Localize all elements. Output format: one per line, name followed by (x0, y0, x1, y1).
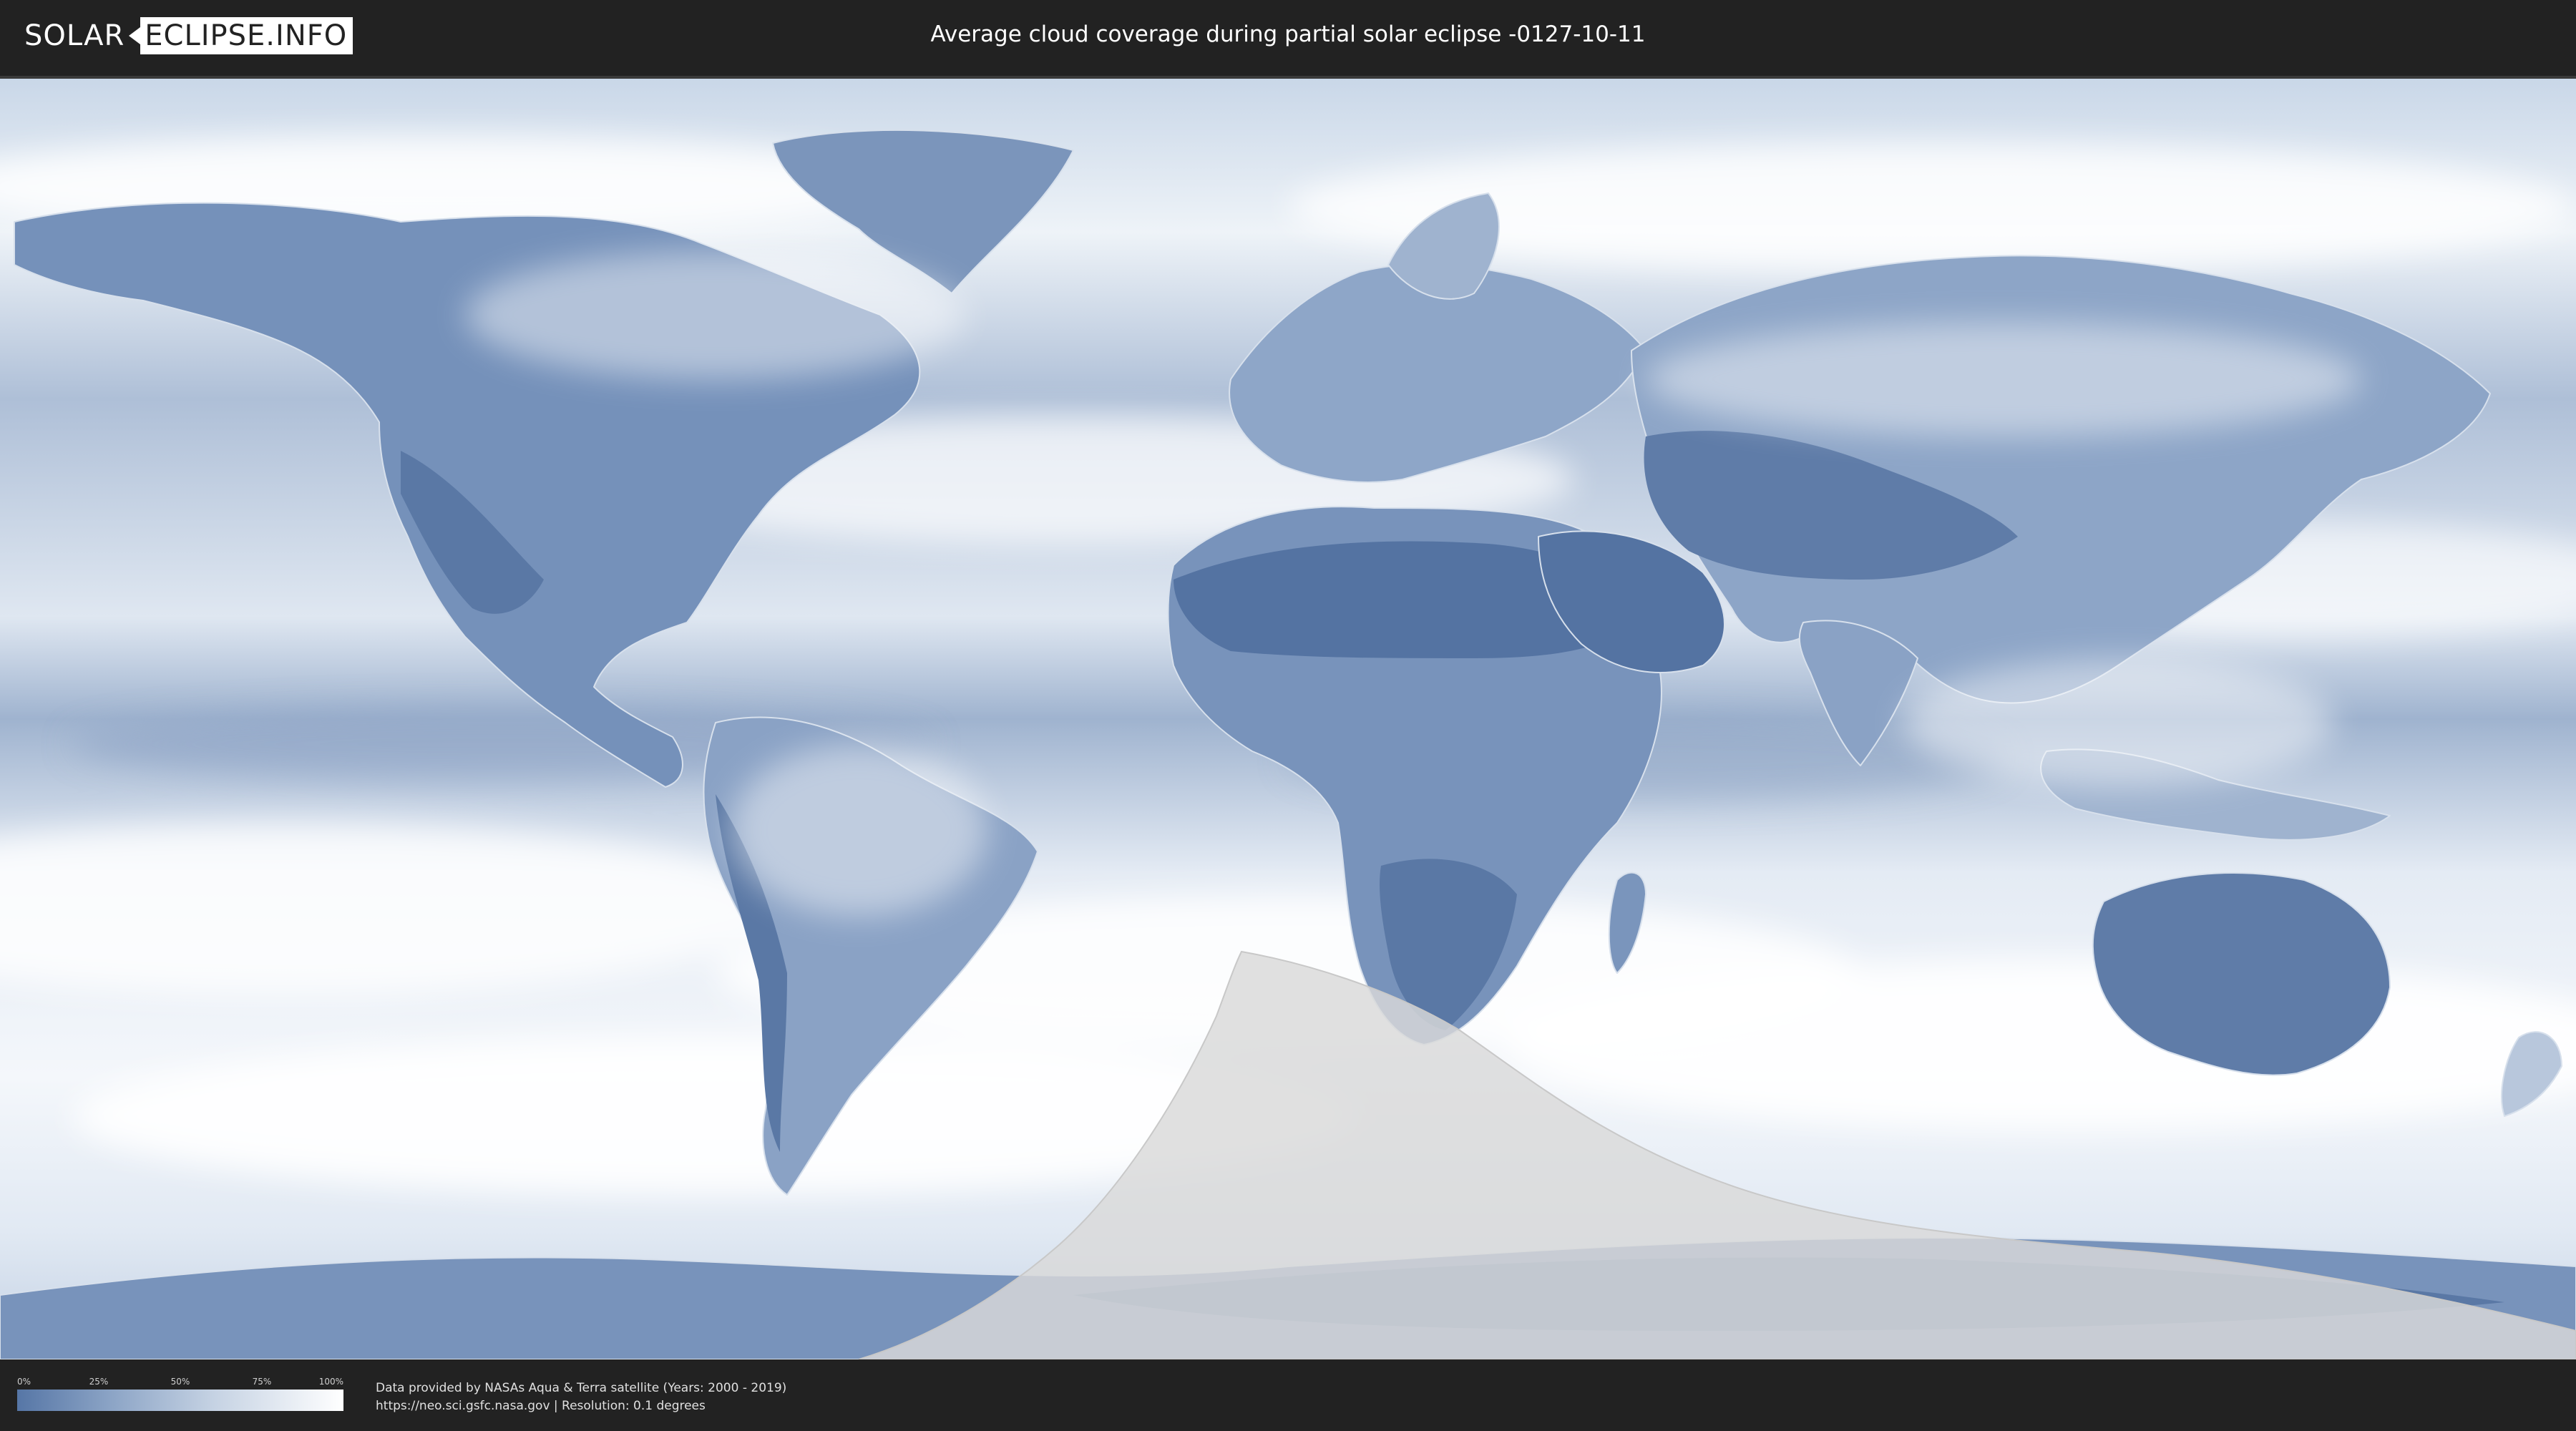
page-title: Average cloud coverage during partial so… (930, 21, 1646, 47)
legend-ticks: 0% 25% 50% 75% 100% (17, 1377, 343, 1390)
legend-tick-100: 100% (318, 1377, 343, 1387)
legend-tick-0: 0% (17, 1377, 31, 1387)
legend-tick-50: 50% (170, 1377, 190, 1387)
page: SOLAR ECLIPSE.INFO Average cloud coverag… (0, 0, 2576, 1431)
cloud-coverage-map[interactable] (0, 76, 2576, 1359)
legend-color-bar (17, 1390, 343, 1411)
credits-line-source: Data provided by NASAs Aqua & Terra sate… (376, 1381, 787, 1395)
footer: 0% 25% 50% 75% 100% Data provided by NAS… (0, 1359, 2576, 1431)
legend-tick-25: 25% (89, 1377, 109, 1387)
legend-tick-75: 75% (252, 1377, 272, 1387)
header: SOLAR ECLIPSE.INFO Average cloud coverag… (0, 0, 2576, 72)
world-map-svg (0, 79, 2576, 1359)
credits-line-url: https://neo.sci.gsfc.nasa.gov | Resoluti… (376, 1399, 706, 1413)
cloud-coverage-legend: 0% 25% 50% 75% 100% (17, 1377, 343, 1411)
data-credits: Data provided by NASAs Aqua & Terra sate… (376, 1379, 786, 1415)
